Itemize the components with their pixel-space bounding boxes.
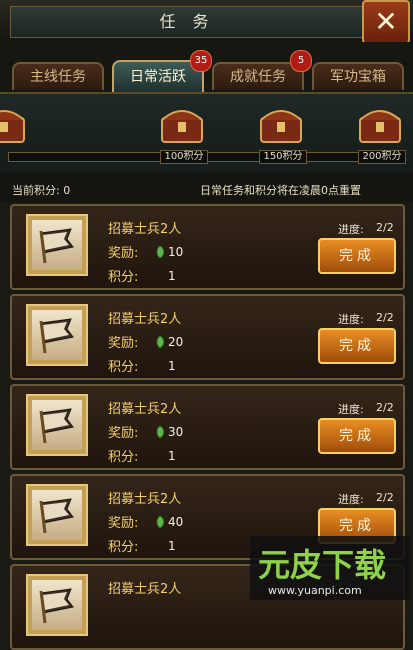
progress-label: 进度: — [338, 313, 364, 326]
task-icon-frame — [26, 394, 88, 456]
points-value: 1 — [168, 359, 176, 373]
task-title: 招募士兵2人 — [108, 402, 182, 417]
chest-icon[interactable] — [0, 106, 26, 144]
reward-label: 奖励: — [108, 426, 139, 441]
tab-merit-chest[interactable]: 军功宝箱 — [312, 62, 404, 90]
progress-value: 2/2 — [376, 311, 394, 324]
reward-value: 10 — [168, 245, 184, 259]
chest-icon[interactable] — [358, 106, 402, 144]
milestone-label: 100积分 — [160, 150, 208, 164]
milestone-label: 200积分 — [358, 150, 406, 164]
current-points: 当前积分: 0 — [12, 184, 71, 197]
points-label: 积分: — [108, 450, 139, 465]
milestone-label: 150积分 — [259, 150, 307, 164]
task-icon-frame — [26, 574, 88, 636]
points-value: 1 — [168, 539, 176, 553]
close-icon: ✕ — [374, 5, 398, 38]
tab-badge-daily: 35 — [190, 50, 212, 72]
jade-icon — [155, 244, 166, 263]
points-value: 1 — [168, 269, 176, 283]
chest-icon[interactable] — [259, 106, 303, 144]
window-title: 任 务 — [159, 12, 215, 31]
progress-label: 进度: — [338, 223, 364, 236]
tab-label: 成就任务 — [230, 69, 286, 85]
reset-note: 日常任务和积分将在凌晨0点重置 — [200, 184, 361, 197]
svg-text:元皮下载: 元皮下载 — [258, 546, 386, 584]
task-card: 招募士兵2人 奖励: 10 积分: 1 进度: 2/2 完成 — [10, 204, 405, 290]
progress-label: 进度: — [338, 403, 364, 416]
complete-button[interactable]: 完成 — [318, 328, 396, 364]
tab-label: 主线任务 — [30, 69, 86, 85]
flag-icon — [32, 220, 82, 270]
points-label: 积分: — [108, 360, 139, 375]
title-plate: 任 务 — [10, 6, 364, 38]
tab-label: 日常活跃 — [130, 69, 186, 85]
reward-value: 30 — [168, 425, 184, 439]
complete-button[interactable]: 完成 — [318, 418, 396, 454]
progress-value: 2/2 — [376, 401, 394, 414]
points-label: 积分: — [108, 270, 139, 285]
flag-icon — [32, 580, 82, 630]
task-icon-frame — [26, 214, 88, 276]
progress-value: 2/2 — [376, 491, 394, 504]
complete-button[interactable]: 完成 — [318, 238, 396, 274]
close-button[interactable]: ✕ — [362, 0, 410, 44]
flag-icon — [32, 400, 82, 450]
svg-text:www.yuanpi.com: www.yuanpi.com — [268, 584, 362, 597]
reward-label: 奖励: — [108, 246, 139, 261]
task-icon-frame — [26, 484, 88, 546]
task-title: 招募士兵2人 — [108, 492, 182, 507]
task-card: 招募士兵2人 奖励: 30 积分: 1 进度: 2/2 完成 — [10, 384, 405, 470]
flag-icon — [32, 310, 82, 360]
flag-icon — [32, 490, 82, 540]
tab-badge-achievements: 5 — [290, 50, 312, 72]
points-label: 积分: — [108, 540, 139, 555]
tab-main-quests[interactable]: 主线任务 — [12, 62, 104, 90]
reward-label: 奖励: — [108, 516, 139, 531]
task-icon-frame — [26, 304, 88, 366]
reward-label: 奖励: — [108, 336, 139, 351]
reward-value: 40 — [168, 515, 184, 529]
task-title: 招募士兵2人 — [108, 312, 182, 327]
progress-value: 2/2 — [376, 221, 394, 234]
task-title: 招募士兵2人 — [108, 582, 182, 597]
chest-icon[interactable] — [160, 106, 204, 144]
progress-label: 进度: — [338, 493, 364, 506]
task-card: 招募士兵2人 奖励: 20 积分: 1 进度: 2/2 完成 — [10, 294, 405, 380]
jade-icon — [155, 424, 166, 443]
reward-value: 20 — [168, 335, 184, 349]
points-value: 1 — [168, 449, 176, 463]
task-title: 招募士兵2人 — [108, 222, 182, 237]
jade-icon — [155, 514, 166, 533]
watermark: 元皮下载 www.yuanpi.com — [250, 536, 410, 600]
jade-icon — [155, 334, 166, 353]
tab-label: 军功宝箱 — [330, 69, 386, 85]
